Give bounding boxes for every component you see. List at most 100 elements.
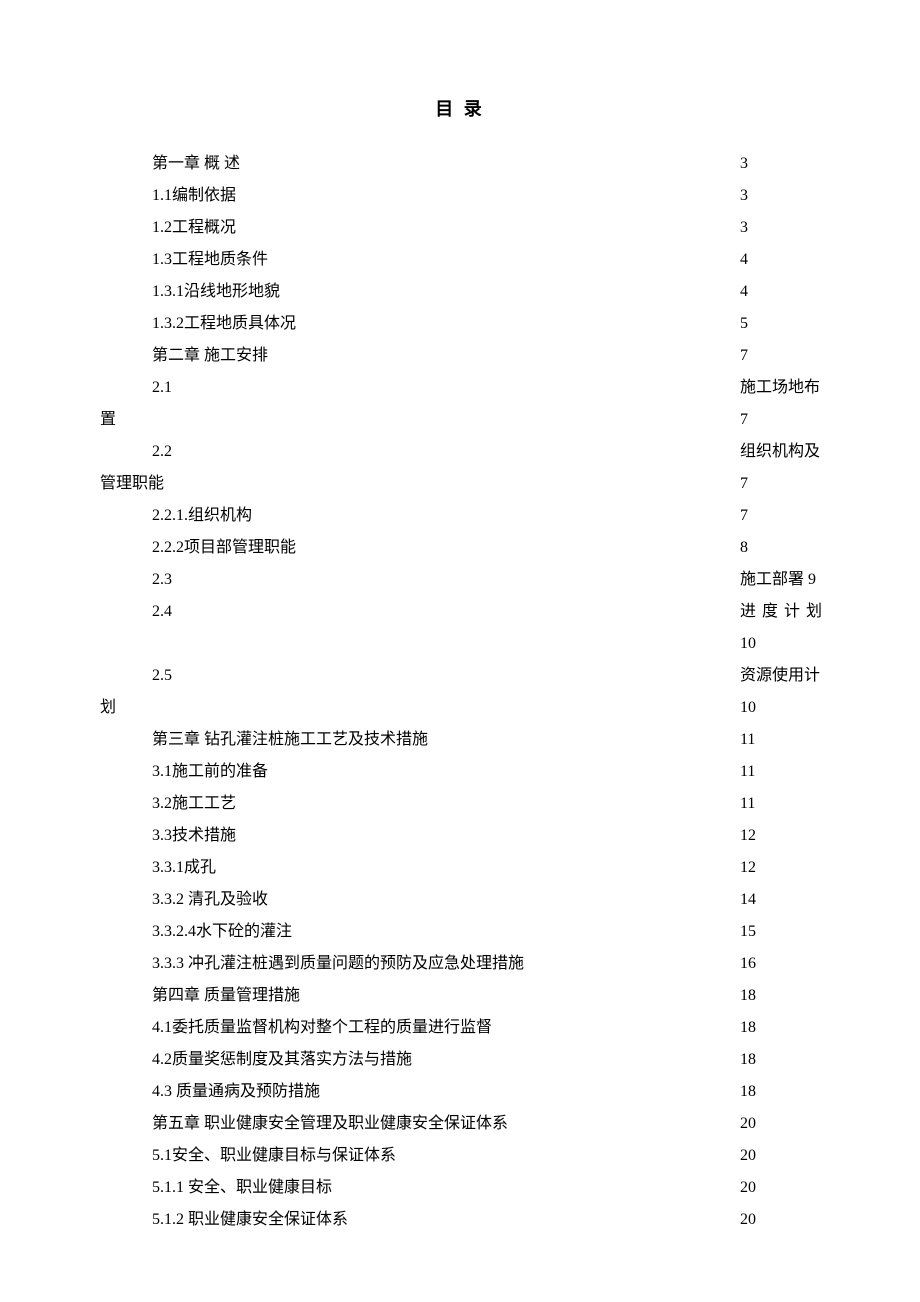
toc-row: 2.2 组织机构及	[100, 436, 820, 468]
toc-row: 5.1安全、职业健康目标与保证体系 20	[100, 1140, 820, 1172]
toc-entry-title: 第四章 质量管理措施	[152, 980, 300, 1012]
toc-row: 2.1 施工场地布	[100, 372, 820, 404]
toc-entry-page: 4	[740, 244, 748, 276]
toc-row: 3.2施工工艺 11	[100, 788, 820, 820]
toc-entry-title: 5.1.1 安全、职业健康目标	[152, 1172, 332, 1204]
toc-entry-page: 11	[740, 724, 755, 756]
toc-row: 3.3技术措施 12	[100, 820, 820, 852]
toc-row: 4.1委托质量监督机构对整个工程的质量进行监督 18	[100, 1012, 820, 1044]
toc-entry-title: 1.1编制依据	[152, 180, 236, 212]
toc-row: 第三章 钻孔灌注桩施工工艺及技术措施 11	[100, 724, 820, 756]
toc-entry-title: 4.2质量奖惩制度及其落实方法与措施	[152, 1044, 412, 1076]
toc-entry-page: 20	[740, 1108, 756, 1140]
toc-entry-page: 14	[740, 884, 756, 916]
toc-entry-title: 2.2.2项目部管理职能	[152, 532, 296, 564]
page: 目 录 第一章 概 述31.1编制依据31.2工程概况31.3工程地质条件41.…	[0, 0, 920, 1302]
toc-entry-page: 18	[740, 1012, 756, 1044]
toc-entry-title: 5.1.2 职业健康安全保证体系	[152, 1204, 348, 1236]
toc-entry-page: 10	[740, 628, 756, 660]
toc-entry-page: 18	[740, 1076, 756, 1108]
toc-entry-title: 4.1委托质量监督机构对整个工程的质量进行监督	[152, 1012, 492, 1044]
toc-entry-title-continued: 组织机构及	[740, 436, 820, 468]
toc-row: 5.1.1 安全、职业健康目标 20	[100, 1172, 820, 1204]
toc-entry-title-continued: 资源使用计	[740, 660, 820, 692]
toc-row: 2.4进度计划	[100, 596, 820, 628]
toc-entry-title: 1.3工程地质条件	[152, 244, 268, 276]
toc-entry-title: 3.2施工工艺	[152, 788, 236, 820]
toc-entry-title-wrap: 置	[100, 404, 116, 436]
toc-entry-page: 10	[740, 692, 756, 724]
toc-entry-page: 20	[740, 1204, 756, 1236]
toc-row: 2.2.2项目部管理职能 8	[100, 532, 820, 564]
toc-entry-title-continued: 进度计划	[740, 596, 828, 628]
toc-entry-page: 3	[740, 212, 748, 244]
toc-row: 第一章 概 述 3	[100, 148, 820, 180]
toc-row: 2.3 施工部署 9	[100, 564, 820, 596]
toc-row: 3.3.2 清孔及验收 14	[100, 884, 820, 916]
toc-row: 4.3 质量通病及预防措施 18	[100, 1076, 820, 1108]
toc-entry-page: 7	[740, 468, 748, 500]
toc-entry-title: 2.4	[152, 596, 172, 628]
toc-entry-title: 第一章 概 述	[152, 148, 240, 180]
toc-entry-page: 16	[740, 948, 756, 980]
toc-entry-title: 3.1施工前的准备	[152, 756, 268, 788]
toc-entry-title-wrap: 划	[100, 692, 116, 724]
toc-entry-title: 2.5	[152, 660, 172, 692]
toc-entry-title: 2.3	[152, 564, 172, 596]
toc-entry-title: 第三章 钻孔灌注桩施工工艺及技术措施	[152, 724, 428, 756]
toc-entry-page: 8	[740, 532, 748, 564]
toc-row: 3.3.2.4水下砼的灌注 15	[100, 916, 820, 948]
toc-entry-title: 3.3.2 清孔及验收	[152, 884, 268, 916]
toc-row: 第五章 职业健康安全管理及职业健康安全保证体系 20	[100, 1108, 820, 1140]
toc-row: 3.3.1成孔 12	[100, 852, 820, 884]
toc-entry-page: 12	[740, 852, 756, 884]
toc-entry-page: 18	[740, 980, 756, 1012]
toc-entry-title: 3.3.3 冲孔灌注桩遇到质量问题的预防及应急处理措施	[152, 948, 524, 980]
toc-row: 划 10	[100, 692, 820, 724]
toc-row: 1.3工程地质条件 4	[100, 244, 820, 276]
table-of-contents: 第一章 概 述31.1编制依据31.2工程概况31.3工程地质条件41.3.1沿…	[0, 148, 920, 1236]
toc-entry-page: 11	[740, 756, 755, 788]
toc-entry-page: 18	[740, 1044, 756, 1076]
toc-row: 2.2.1.组织机构7	[100, 500, 820, 532]
toc-entry-title-wrap: 管理职能	[100, 468, 164, 500]
toc-entry-page: 11	[740, 788, 755, 820]
toc-entry-page: 3	[740, 148, 748, 180]
toc-entry-title: 第二章 施工安排	[152, 340, 268, 372]
toc-row: 1.2工程概况3	[100, 212, 820, 244]
toc-entry-title: 5.1安全、职业健康目标与保证体系	[152, 1140, 396, 1172]
toc-entry-page: 20	[740, 1140, 756, 1172]
toc-entry-page: 15	[740, 916, 756, 948]
toc-row: 管理职能 7	[100, 468, 820, 500]
toc-entry-page: 12	[740, 820, 756, 852]
toc-row: 10	[100, 628, 820, 660]
toc-entry-page: 7	[740, 404, 748, 436]
toc-entry-page: 7	[740, 500, 748, 532]
toc-entry-title: 3.3技术措施	[152, 820, 236, 852]
toc-entry-page: 7	[740, 340, 748, 372]
toc-entry-title-continued: 施工场地布	[740, 372, 820, 404]
toc-entry-title: 2.2	[152, 436, 172, 468]
toc-row: 第二章 施工安排 7	[100, 340, 820, 372]
toc-row: 5.1.2 职业健康安全保证体系 20	[100, 1204, 820, 1236]
toc-row: 2.5 资源使用计	[100, 660, 820, 692]
toc-row: 1.3.2工程地质具体况5	[100, 308, 820, 340]
toc-row: 3.1施工前的准备 11	[100, 756, 820, 788]
toc-row: 3.3.3 冲孔灌注桩遇到质量问题的预防及应急处理措施 16	[100, 948, 820, 980]
toc-entry-page: 施工部署 9	[740, 564, 816, 596]
toc-entry-page: 20	[740, 1172, 756, 1204]
toc-row: 置7	[100, 404, 820, 436]
toc-entry-title: 2.1	[152, 372, 172, 404]
toc-entry-title: 3.3.1成孔	[152, 852, 216, 884]
toc-entry-page: 3	[740, 180, 748, 212]
toc-entry-title: 第五章 职业健康安全管理及职业健康安全保证体系	[152, 1108, 508, 1140]
toc-row: 1.1编制依据 3	[100, 180, 820, 212]
toc-row: 第四章 质量管理措施 18	[100, 980, 820, 1012]
toc-entry-title: 4.3 质量通病及预防措施	[152, 1076, 320, 1108]
toc-entry-title: 1.3.1沿线地形地貌	[152, 276, 280, 308]
toc-entry-title: 1.3.2工程地质具体况	[152, 308, 296, 340]
toc-entry-page: 4	[740, 276, 748, 308]
page-title: 目 录	[0, 100, 920, 118]
toc-row: 1.3.1沿线地形地貌 4	[100, 276, 820, 308]
toc-entry-title: 3.3.2.4水下砼的灌注	[152, 916, 292, 948]
